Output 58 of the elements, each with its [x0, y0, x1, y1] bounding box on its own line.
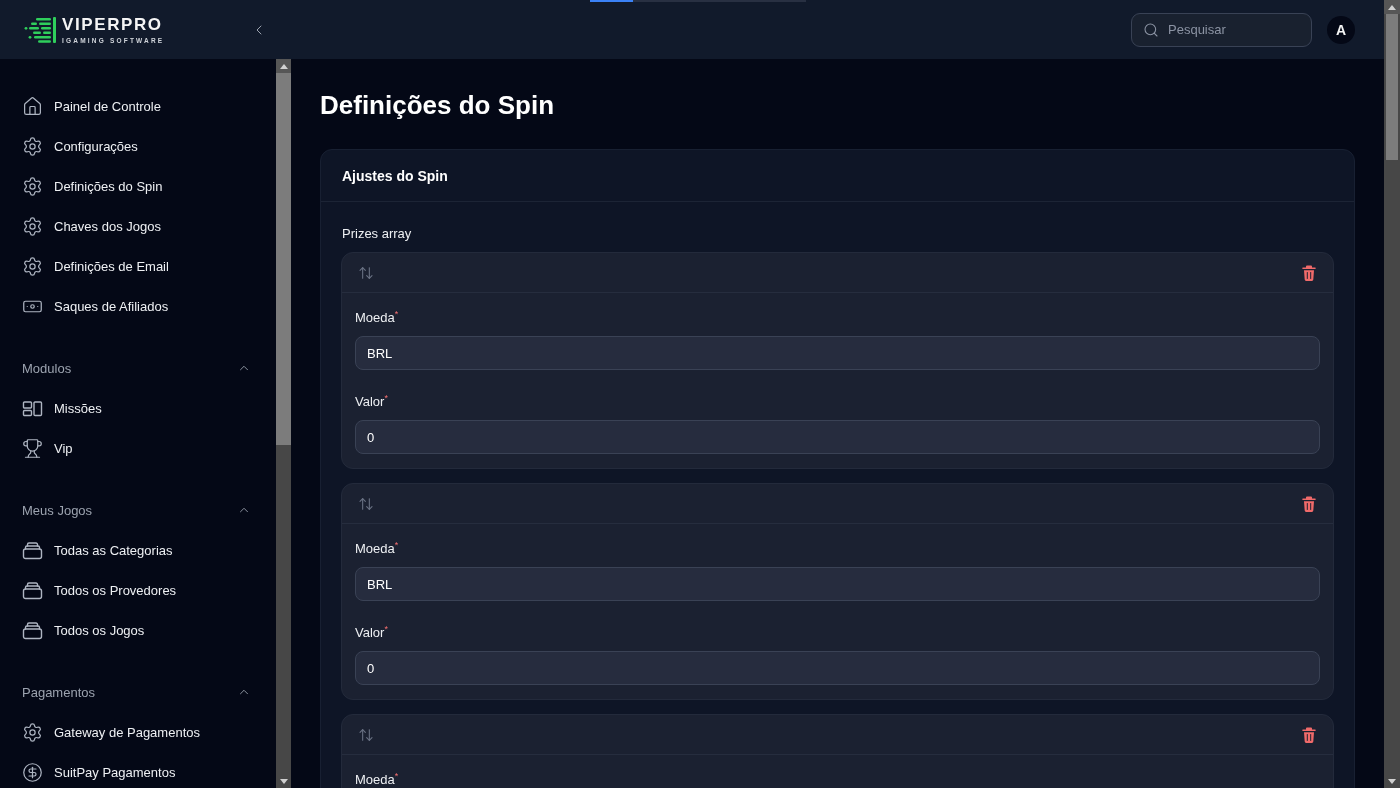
triangle-up-icon[interactable]	[279, 63, 288, 69]
search-field[interactable]: Pesquisar	[1131, 12, 1312, 47]
triangle-down-icon[interactable]	[1388, 778, 1396, 784]
trash-icon[interactable]	[1302, 726, 1316, 743]
scrollbar[interactable]	[276, 59, 291, 788]
sidebar-item[interactable]: Chaves dos Jogos	[0, 206, 276, 246]
sidebar-item[interactable]: Todos os Jogos	[0, 610, 276, 650]
field-label: Moeda$^{*}$	[355, 772, 400, 788]
sidebar-item[interactable]: Missões	[0, 388, 276, 428]
sidebar-item[interactable]: Definições do Spin	[0, 166, 276, 206]
gear-icon	[22, 135, 43, 157]
field-label: Moeda$^{*}$	[355, 310, 400, 326]
card-title: Ajustes do Spin	[342, 167, 448, 184]
scrollbar-thumb[interactable]	[1386, 14, 1398, 160]
sidebar-item[interactable]: Gateway de Pagamentos	[0, 712, 276, 752]
triangle-down-icon[interactable]	[279, 778, 288, 784]
triangle-up-icon[interactable]	[1388, 4, 1396, 10]
text-input[interactable]: 0	[355, 420, 1320, 454]
field-label: Valor$^{*}$	[355, 394, 389, 410]
sidebar-item[interactable]: Painel de Controle	[0, 86, 276, 126]
field-label: Prizes array	[342, 225, 413, 243]
gear-icon	[22, 175, 43, 197]
trophy-icon	[22, 437, 43, 459]
sidebar-item[interactable]: Todas as Categorias	[0, 530, 276, 570]
arrows-up-down-icon[interactable]	[358, 495, 374, 512]
sidebar-item[interactable]: Definições de Email	[0, 246, 276, 286]
text-input[interactable]: 0	[355, 651, 1320, 685]
house-icon	[22, 95, 43, 117]
stack-icon	[22, 539, 43, 561]
gear-icon	[22, 255, 43, 277]
gear-icon	[22, 721, 43, 743]
scrollbar-thumb[interactable]	[276, 73, 291, 445]
sidebar-item[interactable]: Saques de Afiliados	[0, 286, 276, 326]
logo-icon	[22, 16, 56, 43]
stack-icon	[22, 619, 43, 641]
section-header[interactable]: Pagamentos	[0, 672, 276, 712]
section-header[interactable]: Modulos	[0, 348, 276, 388]
sidebar-item[interactable]: Todos os Provedores	[0, 570, 276, 610]
field-label: Moeda$^{*}$	[355, 541, 400, 557]
arrows-up-down-icon[interactable]	[358, 726, 374, 743]
logo-title: VIPERPRO	[62, 15, 164, 33]
section-header[interactable]: Meus Jogos	[0, 490, 276, 530]
field-label: Valor$^{*}$	[355, 625, 389, 641]
gear-icon	[22, 215, 43, 237]
sidebar-item[interactable]: SuitPay Pagamentos	[0, 752, 276, 788]
trash-icon[interactable]	[1302, 495, 1316, 512]
page-title: Definições do Spin	[320, 89, 556, 121]
arrows-up-down-icon[interactable]	[358, 264, 374, 281]
trash-icon[interactable]	[1302, 264, 1316, 281]
text-input[interactable]: BRL	[355, 567, 1320, 601]
stack-icon	[22, 579, 43, 601]
sidebar-item[interactable]: Vip	[0, 428, 276, 468]
sidebar-item[interactable]: Configurações	[0, 126, 276, 166]
scrollbar[interactable]	[1384, 0, 1400, 788]
avatar[interactable]: A	[1327, 15, 1355, 44]
search-icon	[1143, 21, 1159, 38]
text-input[interactable]: BRL	[355, 336, 1320, 370]
dollar-coin-icon	[22, 761, 43, 783]
